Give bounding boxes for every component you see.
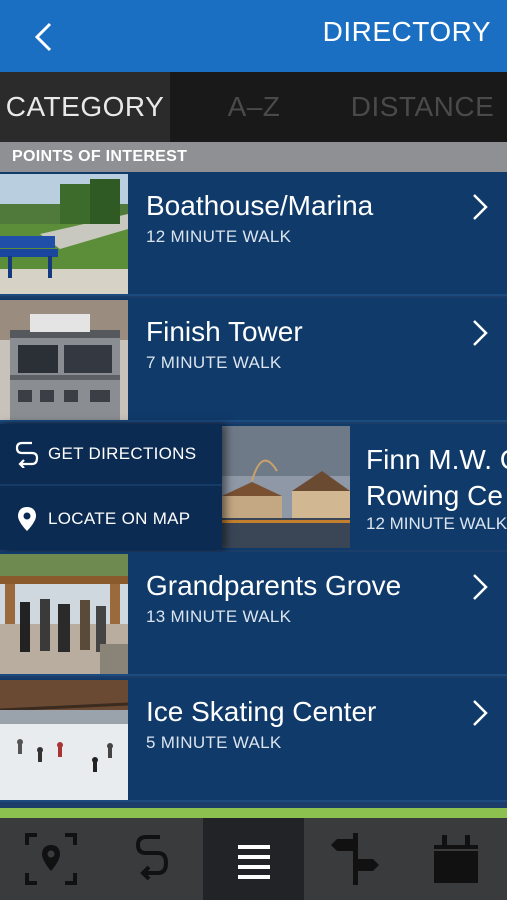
list-item[interactable]: Ice Skating Center 5 MINUTE WALK xyxy=(0,678,507,802)
locate-on-map-label: LOCATE ON MAP xyxy=(48,509,191,528)
nav-directions[interactable] xyxy=(101,818,202,900)
chevron-right-icon xyxy=(473,320,488,346)
item-name: Ice Skating Center xyxy=(146,696,377,727)
nav-map[interactable] xyxy=(0,818,101,900)
bottom-nav xyxy=(0,818,507,900)
finish-tower-photo xyxy=(0,300,128,420)
item-name: Finish Tower xyxy=(146,316,303,347)
swipe-actions: GET DIRECTIONS LOCATE ON MAP xyxy=(0,424,222,550)
tab-category[interactable]: CATEGORY xyxy=(0,72,170,142)
locate-on-map-button[interactable]: LOCATE ON MAP xyxy=(0,488,222,550)
item-walk-time: 12 MINUTE WALK xyxy=(146,227,292,246)
item-walk-time: 13 MINUTE WALK xyxy=(146,607,292,626)
accent-bar xyxy=(0,808,507,818)
boathouse-photo xyxy=(0,174,128,294)
tab-bar: CATEGORY A–Z DISTANCE xyxy=(0,72,507,142)
map-pin-frame-icon xyxy=(24,833,77,885)
item-walk-time: 7 MINUTE WALK xyxy=(146,353,282,372)
item-name: Boathouse/Marina xyxy=(146,190,374,221)
nav-calendar[interactable] xyxy=(406,818,507,900)
chevron-left-icon[interactable] xyxy=(28,20,60,54)
list-icon xyxy=(237,845,270,879)
map-pin-icon xyxy=(18,507,36,531)
route-icon xyxy=(136,835,169,881)
signpost-icon xyxy=(330,833,379,885)
page-title: DIRECTORY xyxy=(322,16,491,47)
nav-signs[interactable] xyxy=(304,818,405,900)
get-directions-label: GET DIRECTIONS xyxy=(48,444,197,463)
get-directions-button[interactable]: GET DIRECTIONS xyxy=(0,424,222,486)
rowing-center-photo xyxy=(222,426,350,548)
section-header: POINTS OF INTEREST xyxy=(0,142,507,172)
nav-directory[interactable] xyxy=(202,818,305,900)
app-header: DIRECTORY xyxy=(0,0,507,72)
ice-skating-photo xyxy=(0,680,128,800)
tab-distance[interactable]: DISTANCE xyxy=(338,72,507,142)
chevron-right-icon xyxy=(473,574,488,600)
list-item-swiped[interactable]: Finn M.W. C Rowing Ce 12 MINUTE WALK GET… xyxy=(0,424,507,550)
list-item[interactable]: Grandparents Grove 13 MINUTE WALK xyxy=(0,552,507,676)
chevron-right-icon xyxy=(473,194,488,220)
item-name: Finn M.W. C Rowing Ce xyxy=(366,444,507,511)
item-name: Grandparents Grove xyxy=(146,570,402,601)
calendar-icon xyxy=(434,835,479,883)
grandparents-grove-photo xyxy=(0,554,128,674)
list-item[interactable]: Finish Tower 7 MINUTE WALK xyxy=(0,298,507,422)
list-item[interactable]: Boathouse/Marina 12 MINUTE WALK xyxy=(0,172,507,296)
route-icon xyxy=(15,441,39,468)
tab-a-z[interactable]: A–Z xyxy=(170,72,338,142)
chevron-right-icon xyxy=(473,700,488,726)
poi-list: Boathouse/Marina 12 MINUTE WALK Finish T… xyxy=(0,172,507,808)
item-walk-time: 5 MINUTE WALK xyxy=(146,733,282,752)
item-walk-time: 12 MINUTE WALK xyxy=(366,514,507,533)
